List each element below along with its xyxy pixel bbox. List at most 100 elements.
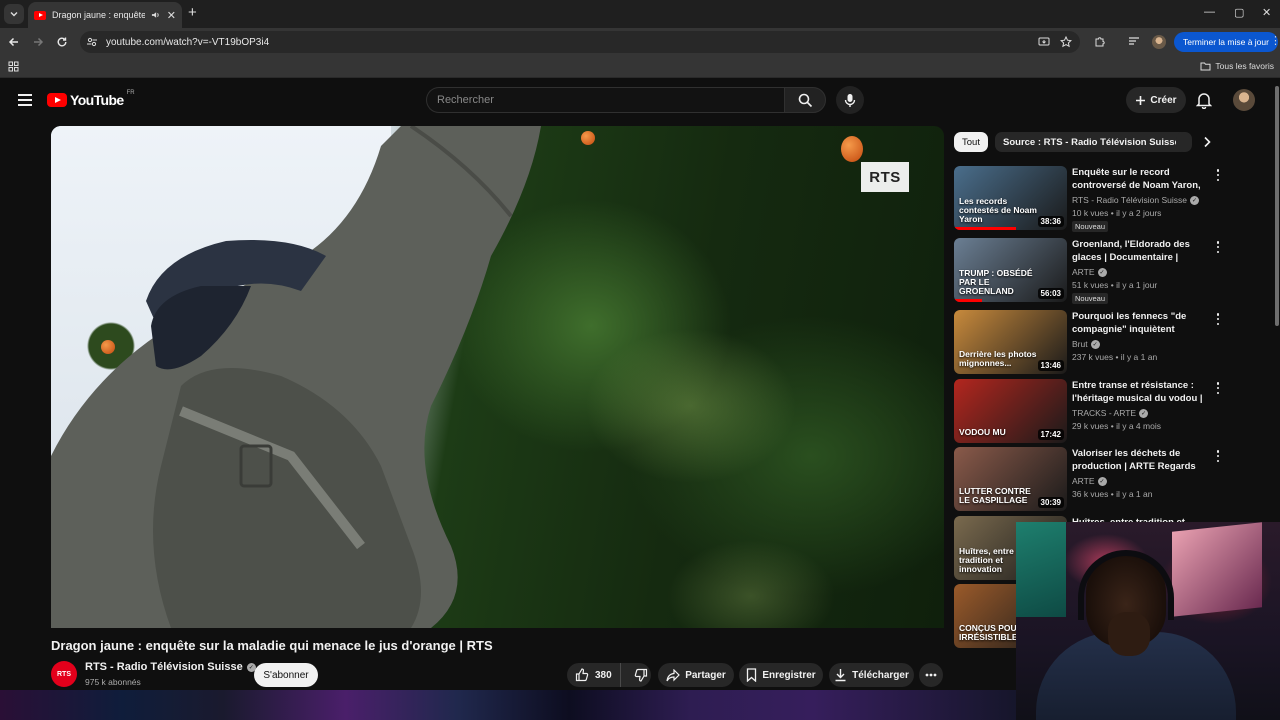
recommendation-channel[interactable]: ARTE ✓	[1072, 267, 1107, 277]
address-bar[interactable]: youtube.com/watch?v=-VT19bOP3i4	[80, 31, 1080, 53]
like-button[interactable]: 380	[575, 663, 621, 687]
forward-arrow-icon[interactable]	[30, 34, 46, 50]
video-thumbnail[interactable]: Derrière les photos mignonnes... 13:46	[954, 310, 1067, 374]
more-options-icon[interactable]	[1214, 449, 1222, 463]
channel-name-text: RTS - Radio Télévision Suisse	[85, 661, 243, 673]
youtube-play-icon	[47, 93, 67, 107]
chevron-right-icon[interactable]	[1200, 135, 1214, 149]
video-thumbnail[interactable]: LUTTER CONTRE LE GASPILLAGE 30:39	[954, 447, 1067, 511]
video-thumbnail[interactable]: VODOU MU 17:42	[954, 379, 1067, 443]
reading-list-icon[interactable]	[1128, 35, 1140, 47]
notifications-bell-icon[interactable]	[1196, 91, 1212, 109]
more-options-icon[interactable]	[1214, 381, 1222, 395]
video-player[interactable]: RTS	[51, 126, 944, 628]
voice-search-button[interactable]	[836, 86, 864, 114]
verified-check-icon: ✓	[1090, 339, 1100, 349]
logo-text: YouTube	[70, 92, 124, 108]
ambient-background-strip	[0, 690, 1016, 720]
save-button[interactable]: Enregistrer	[739, 663, 823, 687]
more-horizontal-icon	[925, 673, 937, 677]
bookmark-star-icon[interactable]	[1060, 36, 1072, 48]
recommendation-channel-name: TRACKS - ARTE	[1072, 408, 1137, 418]
video-person	[51, 126, 541, 628]
profile-avatar[interactable]	[1152, 35, 1166, 49]
recommendation-title[interactable]: Pourquoi les fennecs "de compagnie" inqu…	[1072, 310, 1204, 336]
back-arrow-icon[interactable]	[6, 34, 22, 50]
page-scrollbar[interactable]	[1275, 86, 1279, 326]
chip-all[interactable]: Tout	[954, 132, 988, 152]
recommendation-meta: 29 k vues • il y a 4 mois	[1072, 421, 1161, 431]
recommendation-title[interactable]: Groenland, l'Eldorado des glaces | Docum…	[1072, 238, 1204, 264]
minimize-icon[interactable]: —	[1204, 6, 1215, 18]
recommendation-item[interactable]: Les records contestés de Noam Yaron 38:36…	[954, 166, 1234, 232]
more-actions-button[interactable]	[919, 663, 943, 687]
more-options-icon[interactable]	[1214, 312, 1222, 326]
search-icon	[798, 93, 812, 107]
recommendation-title[interactable]: Valoriser les déchets de production | AR…	[1072, 447, 1204, 473]
recommendation-item[interactable]: LUTTER CONTRE LE GASPILLAGE 30:39 Valorise…	[954, 447, 1234, 511]
finish-update-button[interactable]: Terminer la mise à jour	[1174, 32, 1278, 52]
thumbnail-text: VODOU MU	[959, 427, 1006, 437]
share-label: Partager	[685, 669, 726, 681]
webcam-background-poster	[1172, 522, 1262, 617]
speaker-icon[interactable]	[151, 10, 160, 20]
verified-check-icon: ✓	[1097, 476, 1107, 486]
all-bookmarks-button[interactable]: Tous les favoris	[1200, 61, 1274, 71]
browser-tab-active[interactable]: Dragon jaune : enquête sur ✕	[28, 2, 182, 28]
share-button[interactable]: Partager	[658, 663, 734, 687]
channel-name[interactable]: RTS - Radio Télévision Suisse ✓	[85, 661, 256, 673]
create-button[interactable]: Créer	[1126, 87, 1186, 113]
new-badge: Nouveau	[1072, 221, 1109, 232]
install-app-icon[interactable]	[1038, 36, 1050, 48]
thumbs-down-icon	[634, 668, 647, 682]
microphone-icon	[844, 93, 856, 107]
recommendation-channel-name: ARTE	[1072, 476, 1095, 486]
recommendation-channel-name: RTS - Radio Télévision Suisse	[1072, 195, 1187, 205]
search-input[interactable]: Rechercher	[426, 87, 784, 113]
webcam-background-panel	[1016, 522, 1066, 617]
chip-more[interactable]	[1176, 132, 1192, 152]
webcam-person-hand	[1108, 612, 1150, 656]
download-button[interactable]: Télécharger	[829, 663, 914, 687]
recommendation-channel[interactable]: TRACKS - ARTE ✓	[1072, 408, 1149, 418]
dislike-button[interactable]	[626, 668, 648, 682]
account-avatar[interactable]	[1233, 89, 1255, 111]
recommendation-item[interactable]: Derrière les photos mignonnes... 13:46 Pou…	[954, 310, 1234, 374]
recommendation-channel[interactable]: RTS - Radio Télévision Suisse ✓	[1072, 195, 1199, 205]
more-options-icon[interactable]	[1214, 240, 1222, 254]
hamburger-menu-icon[interactable]	[18, 94, 32, 106]
like-count: 380	[595, 669, 612, 681]
recommendation-item[interactable]: TRUMP : OBSÉDÉ PAR LE GROENLAND 56:03 Groe…	[954, 238, 1234, 304]
reload-icon[interactable]	[54, 34, 70, 50]
subscribe-button[interactable]: S'abonner	[254, 663, 318, 687]
site-settings-icon[interactable]	[86, 36, 98, 48]
recommendation-title[interactable]: Entre transe et résistance : l'héritage …	[1072, 379, 1204, 405]
tab-search-button[interactable]	[4, 4, 24, 24]
video-duration: 13:46	[1037, 360, 1064, 371]
like-dislike-group: 380	[567, 663, 651, 687]
download-label: Télécharger	[852, 669, 909, 681]
tab-close-icon[interactable]: ✕	[167, 9, 176, 22]
recommendation-channel-name: Brut	[1072, 339, 1088, 349]
extensions-puzzle-icon[interactable]	[1094, 35, 1106, 47]
close-window-icon[interactable]: ✕	[1262, 6, 1271, 19]
recommendation-title[interactable]: Enquête sur le record controversé de Noa…	[1072, 166, 1204, 192]
webcam-overlay	[1016, 522, 1280, 720]
video-thumbnail[interactable]: Les records contestés de Noam Yaron 38:36	[954, 166, 1067, 230]
browser-menu-icon[interactable]: ⋮	[1270, 36, 1280, 47]
recommendation-channel[interactable]: Brut ✓	[1072, 339, 1100, 349]
verified-check-icon: ✓	[1189, 195, 1199, 205]
channel-avatar[interactable]: RTS	[51, 661, 77, 687]
recommendation-channel[interactable]: ARTE ✓	[1072, 476, 1107, 486]
maximize-icon[interactable]: ▢	[1234, 6, 1244, 19]
apps-grid-icon[interactable]	[8, 61, 19, 72]
search-button[interactable]	[784, 87, 826, 113]
youtube-logo[interactable]: YouTube FR	[47, 90, 135, 108]
recommendation-item[interactable]: VODOU MU 17:42 Entre transe et résistance …	[954, 379, 1234, 443]
more-options-icon[interactable]	[1214, 168, 1222, 182]
video-thumbnail[interactable]: TRUMP : OBSÉDÉ PAR LE GROENLAND 56:03	[954, 238, 1067, 302]
watch-progress-bar	[954, 227, 1017, 230]
chip-source-rts[interactable]: Source : RTS - Radio Télévision Suisse	[995, 132, 1188, 152]
new-tab-button[interactable]: +	[188, 5, 197, 21]
youtube-favicon-icon	[34, 10, 46, 20]
